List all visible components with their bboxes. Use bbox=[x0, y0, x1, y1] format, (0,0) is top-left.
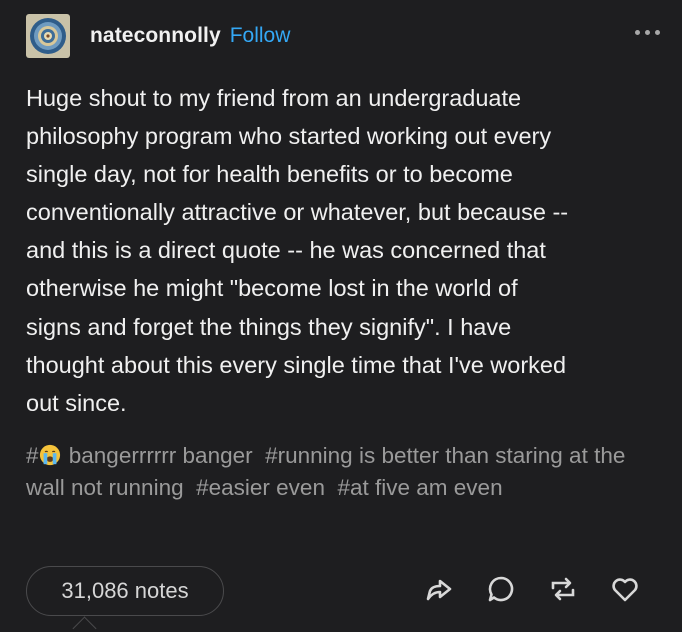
avatar[interactable] bbox=[26, 14, 70, 58]
notes-pointer bbox=[72, 616, 97, 632]
tag-list: # bangerrrrrr banger #running is better … bbox=[26, 440, 666, 504]
tag-crying-banger[interactable]: # bangerrrrrr banger bbox=[26, 443, 253, 468]
tag-prefix: # bbox=[26, 443, 39, 468]
post-header: nateconnolly Follow bbox=[26, 12, 662, 60]
share-icon[interactable] bbox=[424, 574, 454, 604]
dot bbox=[655, 30, 660, 35]
tag-at-five-am[interactable]: #at five am even bbox=[337, 475, 502, 500]
tag-easier-even[interactable]: #easier even bbox=[196, 475, 325, 500]
follow-button[interactable]: Follow bbox=[230, 24, 291, 48]
ellipsis-icon[interactable] bbox=[635, 30, 660, 35]
username[interactable]: nateconnolly bbox=[90, 24, 221, 48]
crying-face-icon bbox=[39, 444, 60, 466]
dot bbox=[645, 30, 650, 35]
reply-icon[interactable] bbox=[486, 574, 516, 604]
post-card: nateconnolly Follow Huge shout to my fri… bbox=[0, 0, 682, 632]
post-body: Huge shout to my friend from an undergra… bbox=[26, 85, 569, 416]
mandala-avatar-icon bbox=[30, 18, 66, 54]
post-actions bbox=[424, 574, 640, 604]
notes-count: 31,086 notes bbox=[61, 578, 189, 603]
dot bbox=[635, 30, 640, 35]
tag-text: bangerrrrrr banger bbox=[62, 443, 253, 468]
reblog-icon[interactable] bbox=[548, 574, 578, 604]
like-icon[interactable] bbox=[610, 574, 640, 604]
notes-count-button[interactable]: 31,086 notes bbox=[26, 566, 224, 616]
